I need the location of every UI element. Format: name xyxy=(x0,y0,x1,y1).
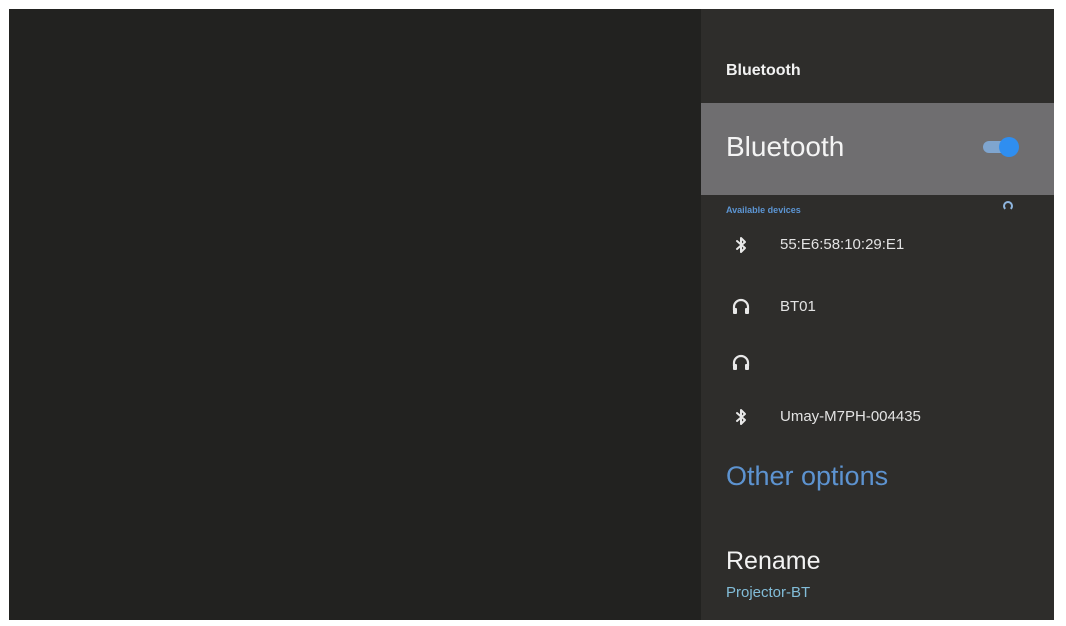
device-name: 55:E6:58:10:29:E1 xyxy=(780,236,905,253)
switch-thumb xyxy=(999,137,1019,157)
device-item[interactable] xyxy=(701,335,1054,391)
bluetooth-toggle-row[interactable]: Bluetooth xyxy=(701,103,1054,195)
panel-title: Bluetooth xyxy=(726,62,801,79)
background-area xyxy=(9,9,701,620)
bluetooth-settings-panel: Bluetooth Bluetooth Available devices 55… xyxy=(701,9,1054,620)
other-options-header: Other options xyxy=(726,461,889,491)
available-devices-header: Available devices xyxy=(726,205,801,215)
device-item[interactable]: Umay-M7PH-004435 xyxy=(701,389,1054,445)
device-name: BT01 xyxy=(780,298,816,315)
rename-label: Rename xyxy=(726,547,821,575)
device-name: Umay-M7PH-004435 xyxy=(780,408,921,425)
bluetooth-icon xyxy=(736,237,746,253)
bluetooth-switch[interactable] xyxy=(981,137,1019,157)
rename-value: Projector-BT xyxy=(726,584,811,601)
scanning-spinner-icon xyxy=(1003,201,1013,211)
bluetooth-toggle-label: Bluetooth xyxy=(726,131,845,162)
screen-frame: Bluetooth Bluetooth Available devices 55… xyxy=(9,9,1054,620)
device-item[interactable]: BT01 xyxy=(701,279,1054,335)
headphones-icon xyxy=(732,298,750,314)
device-item[interactable]: 55:E6:58:10:29:E1 xyxy=(701,217,1054,273)
bluetooth-icon xyxy=(736,409,746,425)
rename-item[interactable]: Rename Projector-BT xyxy=(701,537,1054,617)
headphones-icon xyxy=(732,354,750,370)
